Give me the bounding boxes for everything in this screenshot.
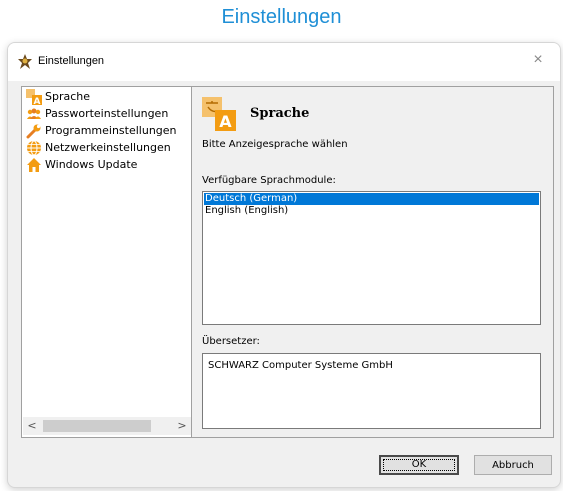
translator-box: SCHWARZ Computer Systeme GmbH bbox=[202, 353, 541, 429]
panel-title: Sprache bbox=[250, 106, 310, 121]
translator-value: SCHWARZ Computer Systeme GmbH bbox=[208, 360, 393, 371]
close-button[interactable]: × bbox=[526, 49, 550, 71]
close-icon: × bbox=[533, 51, 543, 68]
modules-label: Verfügbare Sprachmodule: bbox=[202, 175, 336, 186]
app-icon bbox=[18, 54, 32, 69]
wrench-icon bbox=[26, 124, 41, 139]
page-caption: Einstellungen bbox=[221, 6, 342, 28]
language-listbox[interactable]: Deutsch (German) English (English) bbox=[202, 191, 541, 325]
tree-item-label: Sprache bbox=[45, 90, 91, 103]
scroll-right-button[interactable]: > bbox=[173, 417, 191, 435]
horizontal-scrollbar[interactable]: < > bbox=[23, 417, 191, 435]
scroll-left-button[interactable]: < bbox=[23, 417, 41, 435]
settings-dialog: Einstellungen × A Sprache Passworteinste… bbox=[7, 42, 561, 488]
scroll-thumb[interactable] bbox=[43, 420, 151, 432]
focus-rect bbox=[383, 459, 455, 471]
globe-icon bbox=[27, 140, 41, 156]
ok-button[interactable]: OK bbox=[379, 455, 459, 475]
house-icon bbox=[27, 158, 41, 172]
svg-text:A: A bbox=[219, 112, 232, 131]
language-panel: A Sprache Bitte Anzeigesprache wählen Ve… bbox=[191, 86, 554, 438]
tree-item-label: Windows Update bbox=[45, 158, 138, 171]
language-icon: A bbox=[202, 97, 236, 131]
cancel-button[interactable]: Abbruch bbox=[474, 455, 552, 475]
language-icon: A bbox=[26, 89, 42, 105]
panel-subtitle: Bitte Anzeigesprache wählen bbox=[202, 139, 348, 150]
list-item-german[interactable]: Deutsch (German) bbox=[204, 193, 539, 205]
tree-item-label: Passworteinstellungen bbox=[45, 107, 169, 120]
tree-item-label: Netzwerkeinstellungen bbox=[45, 141, 171, 154]
users-icon bbox=[27, 108, 41, 119]
title-bar[interactable]: Einstellungen × bbox=[8, 43, 560, 81]
tree-item-label: Programmeinstellungen bbox=[45, 124, 177, 137]
window-title: Einstellungen bbox=[38, 55, 105, 67]
list-item-english[interactable]: English (English) bbox=[204, 205, 539, 217]
svg-text:A: A bbox=[34, 97, 41, 105]
translator-label: Übersetzer: bbox=[202, 336, 260, 347]
settings-tree[interactable]: A Sprache Passworteinstellungen Programm… bbox=[21, 86, 193, 438]
cancel-label: Abbruch bbox=[492, 460, 534, 471]
